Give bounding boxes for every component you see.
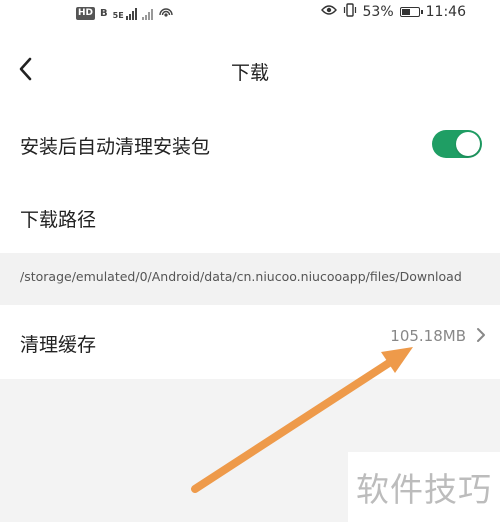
cache-size-value: 105.18MB: [390, 327, 466, 345]
hd-icon: HD: [76, 7, 96, 20]
auto-clean-label: 安装后自动清理安装包: [20, 136, 211, 158]
battery-fill: [401, 9, 410, 15]
download-path-value: /storage/emulated/0/Android/data/cn.niuc…: [20, 269, 462, 284]
page-title: 下载: [230, 62, 269, 84]
download-path-label: 下载路径: [20, 209, 97, 231]
toggle-knob: [456, 132, 480, 156]
watermark-text: 软件技巧: [356, 470, 492, 509]
network-type-label: 5E: [112, 11, 124, 20]
battery-percent: 53%: [362, 4, 394, 20]
clock: 11:46: [425, 4, 466, 20]
signal-secondary-icon: [141, 7, 153, 20]
hotspot-icon: [158, 4, 174, 23]
battery-icon: [399, 7, 423, 17]
download-path-value-row: /storage/emulated/0/Android/data/cn.niuc…: [0, 253, 500, 305]
status-left-icons: HD B 5E: [76, 4, 174, 23]
app-header: 下载: [0, 24, 500, 114]
download-path-row[interactable]: 下载路径: [0, 174, 500, 253]
status-right-icons: 53% 11:46: [320, 3, 466, 21]
chevron-right-icon: [476, 327, 486, 347]
cellular-5e-icon: 5E: [113, 7, 137, 20]
watermark: 软件技巧: [348, 452, 500, 522]
auto-clean-row: 安装后自动清理安装包: [0, 114, 500, 174]
auto-clean-toggle[interactable]: [432, 130, 482, 158]
vibrate-icon: [343, 3, 357, 21]
eye-icon: [320, 4, 337, 20]
status-bar: HD B 5E 53% 11:46: [0, 0, 500, 24]
hd-b-label: B: [100, 8, 108, 19]
signal-bars-icon: [125, 7, 137, 20]
clear-cache-label: 清理缓存: [20, 334, 97, 356]
clear-cache-row[interactable]: 清理缓存 105.18MB: [0, 305, 500, 379]
